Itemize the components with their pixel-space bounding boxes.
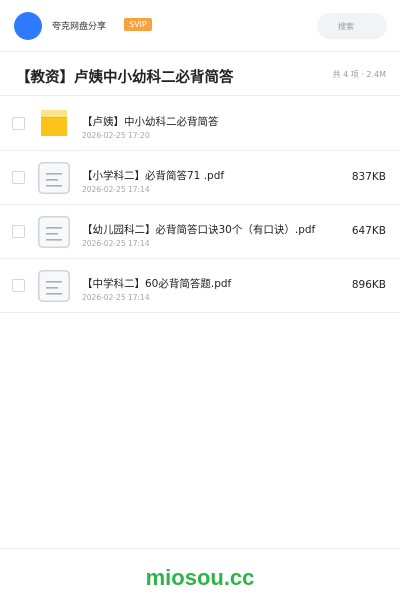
folder-header: 【教资】卢姨中小幼科二必背简答 共 4 项 · 2.4M — [0, 52, 400, 96]
file-name: 【卢姨】中小幼科二必背简答 — [82, 116, 219, 128]
list-item[interactable]: 【幼儿园科二】必背简答口诀30个（有口诀）.pdf 2026-02-25 17:… — [0, 205, 400, 259]
list-item[interactable]: 【卢姨】中小幼科二必背简答 2026-02-25 17:20 — [0, 97, 400, 151]
file-size: 837KB — [351, 171, 386, 183]
list-item[interactable]: 【小学科二】必背简答71 .pdf 2026-02-25 17:14 837KB — [0, 151, 400, 205]
file-name: 【中学科二】60必背简答题.pdf — [82, 278, 232, 290]
page-title: 【教资】卢姨中小幼科二必背简答 — [16, 70, 234, 86]
avatar[interactable] — [14, 12, 42, 40]
file-date: 2026-02-25 17:14 — [82, 293, 150, 302]
row-checkbox[interactable] — [12, 171, 25, 184]
file-date: 2026-02-25 17:14 — [82, 185, 150, 194]
file-name: 【小学科二】必背简答71 .pdf — [82, 170, 225, 182]
list-item[interactable]: 【中学科二】60必背简答题.pdf 2026-02-25 17:14 896KB — [0, 259, 400, 313]
search-input[interactable] — [317, 13, 387, 39]
site-watermark: miosou.cc — [145, 565, 255, 590]
svip-badge: SVIP — [124, 18, 152, 31]
file-name: 【幼儿园科二】必背简答口诀30个（有口诀）.pdf — [82, 224, 316, 236]
file-date: 2026-02-25 17:14 — [82, 239, 150, 248]
page-footer: miosou.cc — [0, 548, 400, 600]
brand-name: 夸克网盘分享 — [52, 22, 107, 32]
document-icon — [38, 216, 70, 248]
document-icon — [38, 270, 70, 302]
row-checkbox[interactable] — [12, 117, 25, 130]
file-date: 2026-02-25 17:20 — [82, 131, 150, 140]
app-header: 夸克网盘分享 SVIP — [0, 0, 400, 52]
row-checkbox[interactable] — [12, 279, 25, 292]
folder-summary: 共 4 项 · 2.4M — [332, 70, 386, 79]
row-checkbox[interactable] — [12, 225, 25, 238]
file-size: 647KB — [351, 225, 386, 237]
file-size: 896KB — [351, 279, 386, 291]
document-icon — [38, 162, 70, 194]
folder-icon — [41, 110, 67, 136]
